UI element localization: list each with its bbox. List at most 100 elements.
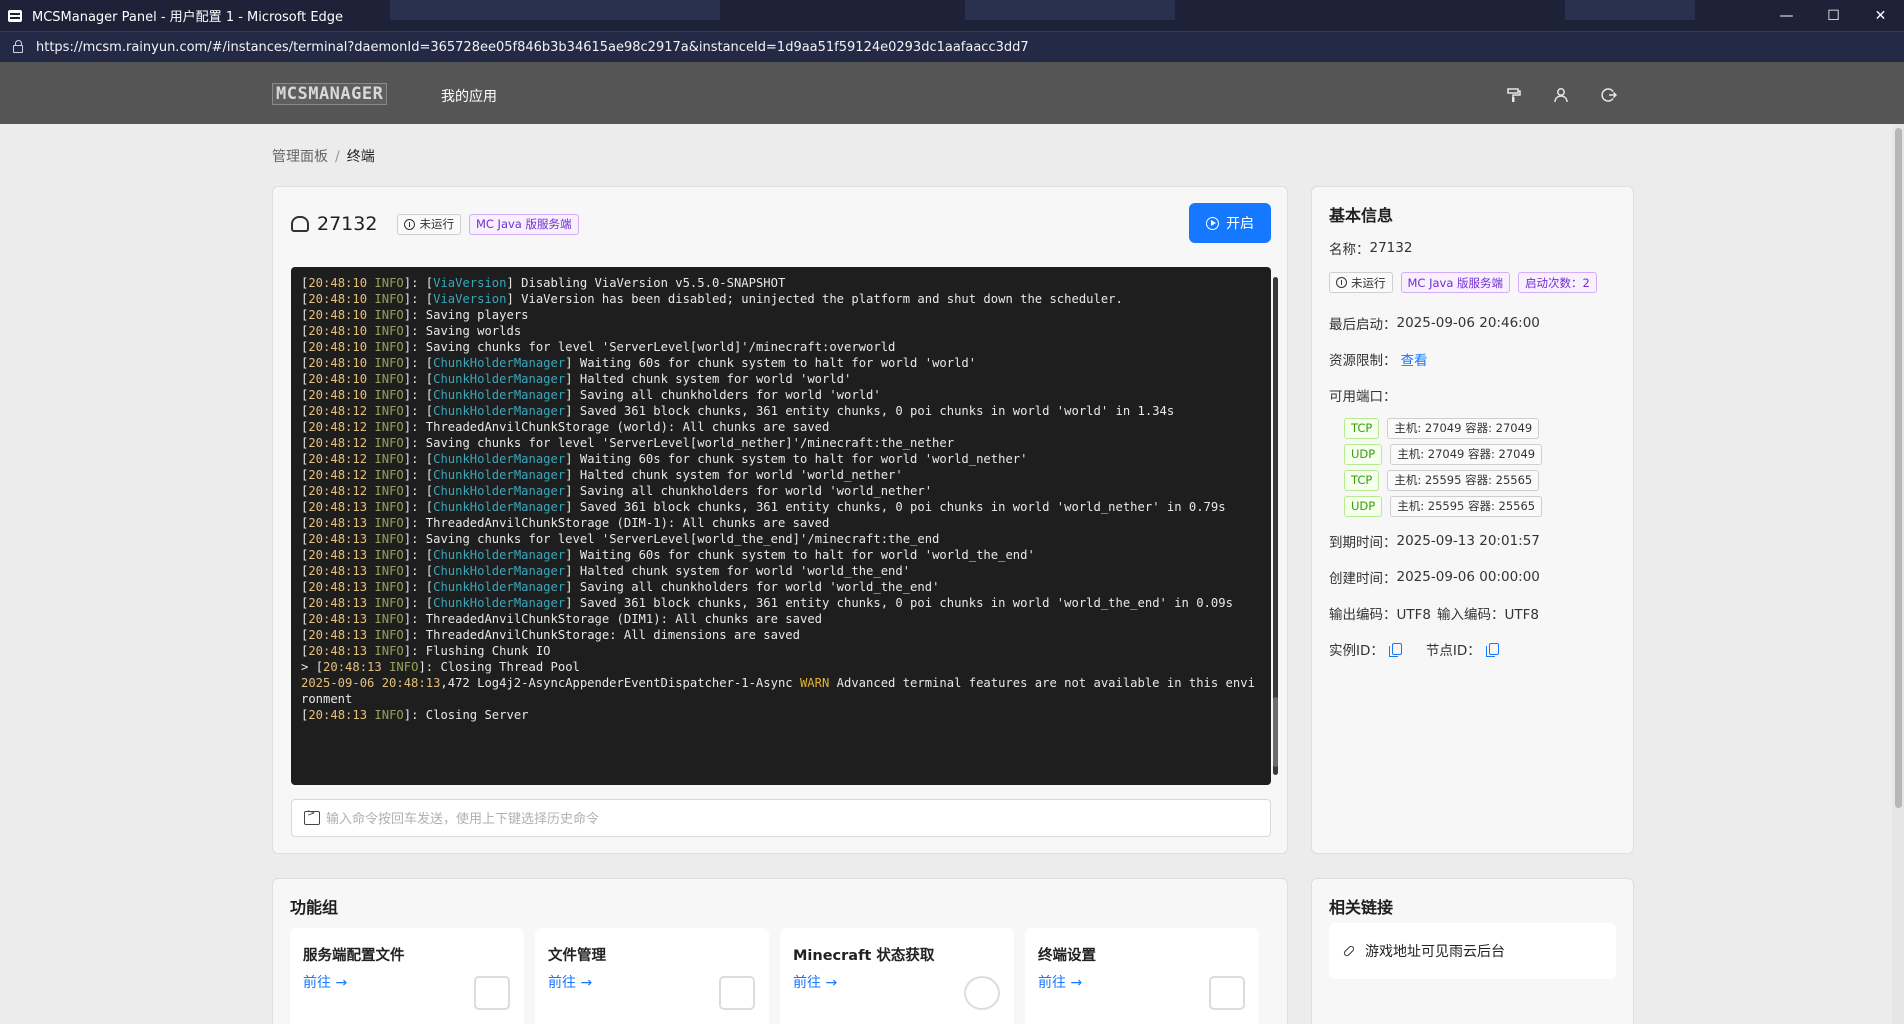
terminal-output[interactable]: [20:48:10 INFO]: [ViaVersion] Disabling … [291,267,1271,785]
log-source: ChunkHolderManager [433,404,566,418]
info-resource-row: 资源限制： 查看 [1329,349,1428,369]
log-source: ChunkHolderManager [433,356,566,370]
log-message: Halted chunk system for world 'world_the… [579,564,911,578]
log-level: INFO [374,388,404,402]
func-go-link[interactable]: 前往 → [793,972,837,992]
play-circle-icon [1206,216,1219,230]
terminal-line: [20:48:13 INFO]: [ChunkHolderManager] Sa… [301,500,1226,514]
log-message: Saving all chunkholders for world 'world… [579,388,881,402]
breadcrumb-root[interactable]: 管理面板 [272,149,328,165]
terminal-line: [20:48:13 INFO]: Flushing Chunk IO [301,644,551,658]
info-expire-row: 到期时间： 2025-09-13 20:01:57 [1329,533,1540,551]
start-button[interactable]: 开启 [1189,203,1271,243]
log-message: Disabling ViaVersion v5.5.0-SNAPSHOT [521,276,786,290]
start-button-label: 开启 [1226,215,1254,231]
lock-icon [13,40,23,53]
log-timestamp: 20:48:12 [308,420,368,434]
copy-node-id-icon[interactable] [1485,643,1499,657]
log-message: Saving players [425,308,529,322]
resource-view-link[interactable]: 查看 [1401,349,1428,369]
log-level: INFO [374,484,404,498]
terminal-line: [20:48:10 INFO]: [ChunkHolderManager] Wa… [301,356,977,370]
minimize-button[interactable]: — [1763,0,1810,31]
log-timestamp: 20:48:10 [308,388,368,402]
func-server-config[interactable]: 服务端配置文件 前往 → [290,928,524,1024]
info-created-row: 创建时间： 2025-09-06 00:00:00 [1329,569,1540,587]
log-level: INFO [389,660,419,674]
log-level: INFO [374,596,404,610]
port-row: UDP 主机: 25595 容器: 25565 [1344,495,1550,517]
maximize-button[interactable]: ☐ [1810,0,1857,31]
log-timestamp: 20:48:10 [308,356,368,370]
log-level: INFO [374,308,404,322]
link-icon [1342,944,1356,958]
log-message: Saving chunks for level 'ServerLevel[wor… [425,436,955,450]
log-message: Saving worlds [425,324,522,338]
related-link-item[interactable]: 游戏地址可见雨云后台 [1329,923,1616,979]
close-button[interactable]: ✕ [1857,0,1904,31]
command-input-box[interactable] [291,799,1271,837]
page-scrollbar[interactable] [1895,128,1902,808]
function-items: 服务端配置文件 前往 → 文件管理 前往 → Minecraft 状态获取 前往… [290,928,1259,1024]
log-message: Saving all chunkholders for world 'world… [579,484,933,498]
func-go-link[interactable]: 前往 → [303,972,347,992]
log-level: INFO [374,644,404,658]
log-level: INFO [374,276,404,290]
info-name-row: 名称： 27132 [1329,240,1413,258]
log-message: ThreadedAnvilChunkStorage: All dimension… [425,628,800,642]
titlebar-tab-area [1565,0,1695,20]
log-level: INFO [374,500,404,514]
address-bar[interactable]: https://mcsm.rainyun.com/#/instances/ter… [0,31,1904,62]
user-icon[interactable] [1553,87,1569,103]
func-go-link[interactable]: 前往 → [548,972,592,992]
log-level: INFO [374,420,404,434]
log-source: ChunkHolderManager [433,596,566,610]
terminal-line: [20:48:10 INFO]: [ChunkHolderManager] Ha… [301,372,852,386]
port-row: TCP 主机: 27049 容器: 27049 [1344,417,1550,439]
log-timestamp: 20:48:13 [308,612,368,626]
created-value: 2025-09-06 00:00:00 [1396,569,1540,585]
log-message: Closing Thread Pool [440,660,580,674]
log-level: INFO [374,340,404,354]
ports-list: TCP 主机: 27049 容器: 27049 UDP 主机: 27049 容器: … [1344,417,1550,521]
paint-roller-icon[interactable] [1505,87,1521,103]
basic-info-title: 基本信息 [1329,206,1394,225]
terminal-line: [20:48:10 INFO]: [ChunkHolderManager] Sa… [301,388,881,402]
terminal-line: 2025-09-06 20:48:13,472 Log4j2-AsyncAppe… [301,675,1261,707]
log-message: ThreadedAnvilChunkStorage (world): All c… [425,420,830,434]
log-message: Waiting 60s for chunk system to halt for… [579,356,977,370]
info-circle-icon [404,218,416,230]
func-go-link[interactable]: 前往 → [1038,972,1082,992]
function-group-title: 功能组 [290,898,339,917]
titlebar-tab-area [390,0,720,20]
log-level: INFO [374,548,404,562]
url-text[interactable]: https://mcsm.rainyun.com/#/instances/ter… [36,40,1029,55]
info-name-value: 27132 [1369,240,1413,256]
command-input[interactable] [326,810,1226,826]
terminal-scrollbar[interactable] [1273,697,1278,767]
last-start-value: 2025-09-06 20:46:00 [1396,315,1540,331]
func-terminal-settings[interactable]: 终端设置 前往 → [1025,928,1259,1024]
copy-instance-id-icon[interactable] [1388,643,1402,657]
terminal-line: [20:48:13 INFO]: [ChunkHolderManager] Sa… [301,580,940,594]
func-file-manager[interactable]: 文件管理 前往 → [535,928,769,1024]
log-source: ChunkHolderManager [433,580,566,594]
related-link-text[interactable]: 游戏地址可见雨云后台 [1365,941,1505,961]
basic-info-card: 基本信息 名称： 27132 未运行 MC Java 版服务端 启动次数：2 最后… [1311,186,1634,854]
terminal-line: [20:48:13 INFO]: ThreadedAnvilChunkStora… [301,612,822,626]
logout-icon[interactable] [1601,87,1617,103]
terminal-line: [20:48:13 INFO]: [ChunkHolderManager] Wa… [301,548,1035,562]
window-controls: — ☐ ✕ [1763,0,1904,31]
output-encoding: 输出编码：UTF8 [1329,607,1431,623]
func-item-name: 服务端配置文件 [303,948,405,964]
log-timestamp: 20:48:13 [308,708,368,722]
mcsmanager-logo[interactable]: MCSMANAGER [272,83,388,105]
log-timestamp: 20:48:12 [308,468,368,482]
func-minecraft-status[interactable]: Minecraft 状态获取 前往 → [780,928,1014,1024]
nav-my-apps[interactable]: 我的应用 [441,86,497,106]
port-detail: 主机: 25595 容器: 25565 [1390,495,1543,517]
terminal-line: [20:48:12 INFO]: Saving chunks for level… [301,436,955,450]
log-message: Saved 361 block chunks, 361 entity chunk… [579,404,1175,418]
terminal-line: [20:48:13 INFO]: [ChunkHolderManager] Ha… [301,564,911,578]
log-source: ChunkHolderManager [433,388,566,402]
